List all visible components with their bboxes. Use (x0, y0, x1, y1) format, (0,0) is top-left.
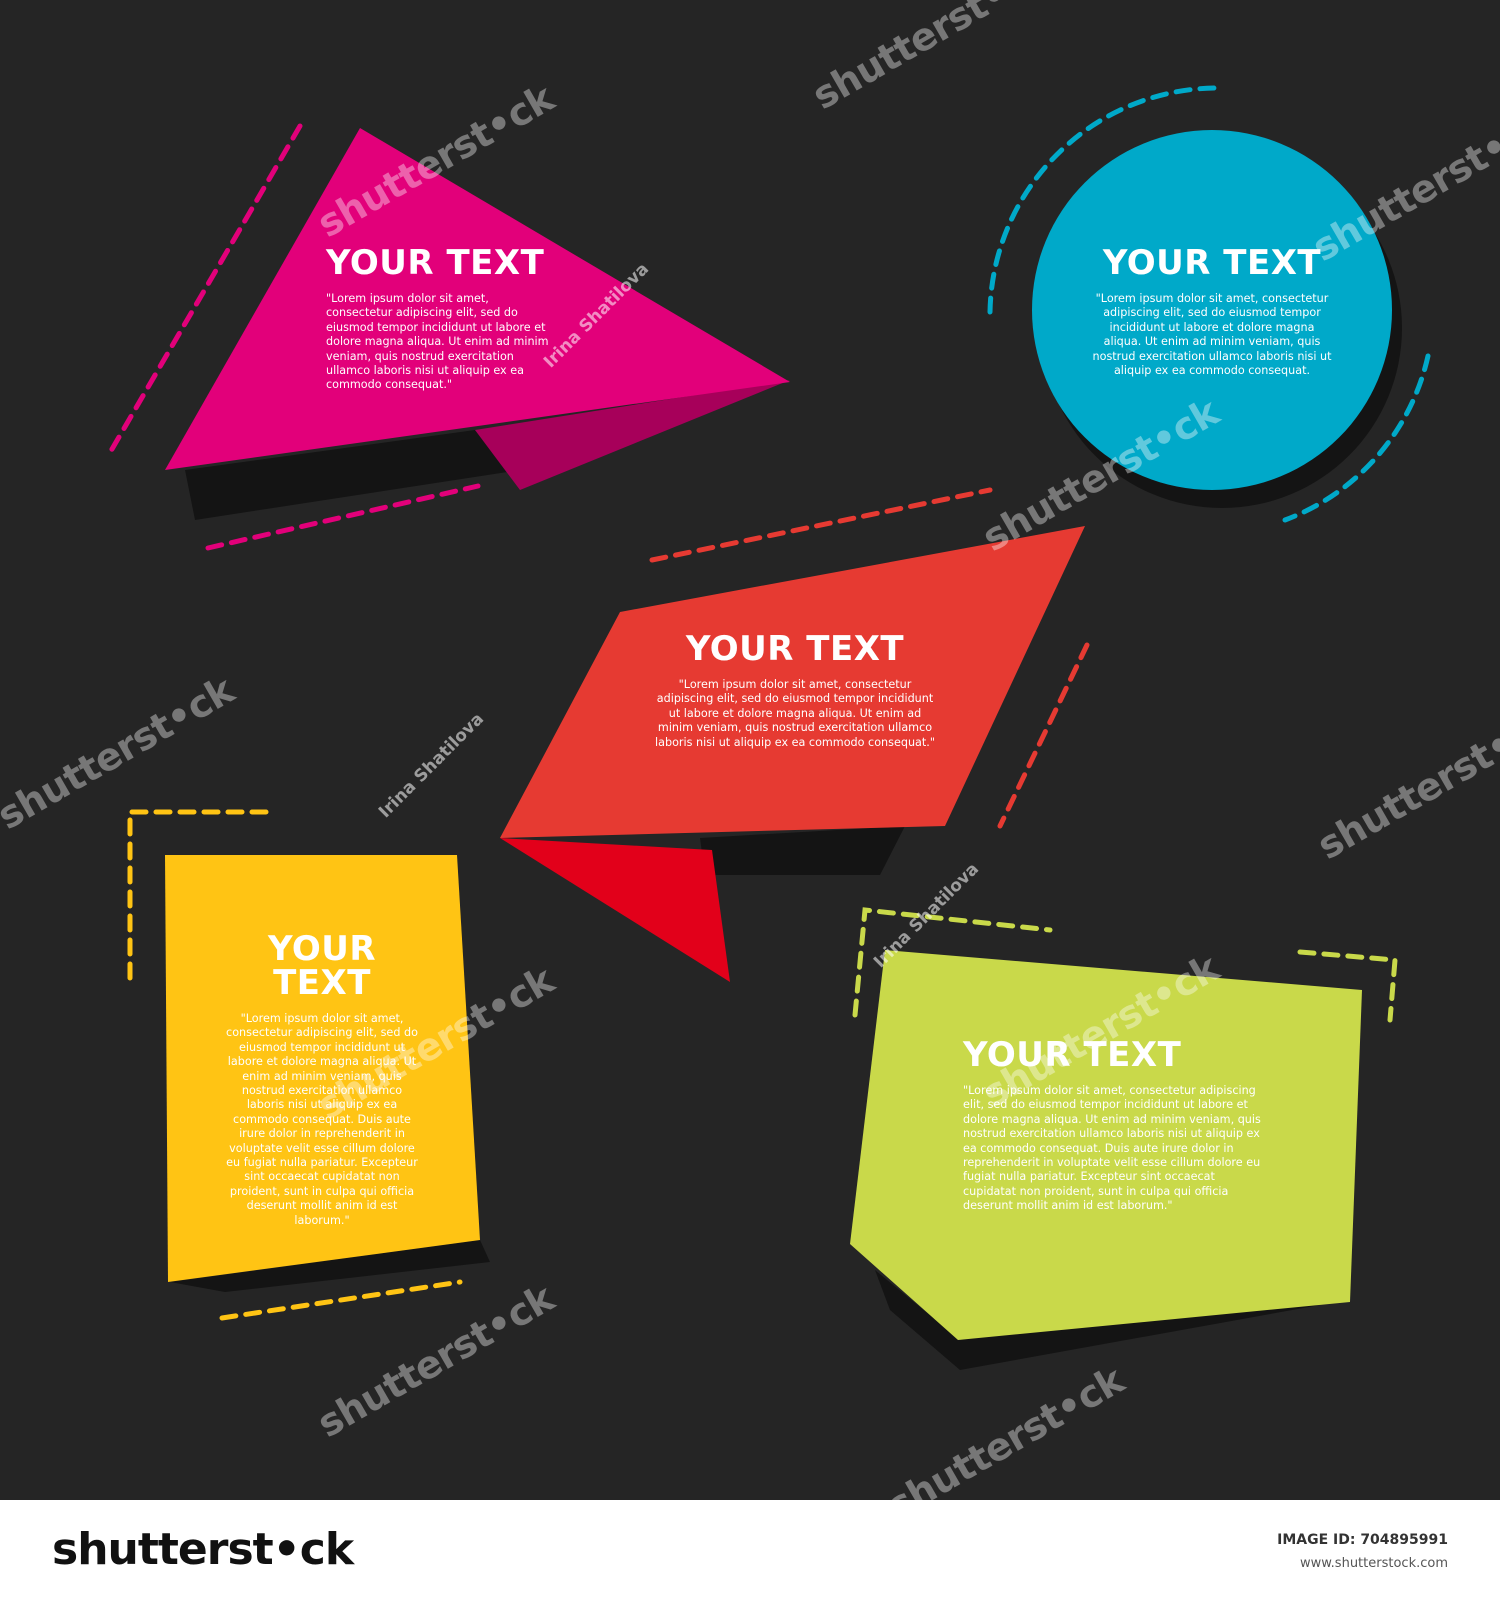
red-body-text: "Lorem ipsum dolor sit amet, consectetur… (655, 678, 935, 749)
footer-url[interactable]: www.shutterstock.com (1300, 1556, 1448, 1571)
cyan-text-block: YOUR TEXT "Lorem ipsum dolor sit amet, c… (1092, 246, 1332, 378)
red-headline: YOUR TEXT (685, 629, 905, 669)
footer-bar: shutterst•ck IMAGE ID: 704895991 www.shu… (0, 1500, 1500, 1600)
cyan-body-text: "Lorem ipsum dolor sit amet, consectetur… (1092, 292, 1332, 378)
yellow-headline: YOUR TEXT (267, 929, 377, 1003)
magenta-headline: YOUR TEXT (326, 243, 545, 283)
image-id-label: IMAGE ID: 704895991 (1277, 1532, 1448, 1548)
magenta-body-text: "Lorem ipsum dolor sit amet, consectetur… (326, 292, 549, 392)
cyan-headline: YOUR TEXT (1102, 243, 1322, 283)
magenta-text-block: YOUR TEXT "Lorem ipsum dolor sit amet, c… (326, 246, 552, 393)
footer-logo: shutterst•ck (52, 1524, 354, 1575)
red-text-block: YOUR TEXT "Lorem ipsum dolor sit amet, c… (650, 632, 940, 750)
artwork-canvas: YOUR TEXT "Lorem ipsum dolor sit amet, c… (0, 0, 1500, 1500)
